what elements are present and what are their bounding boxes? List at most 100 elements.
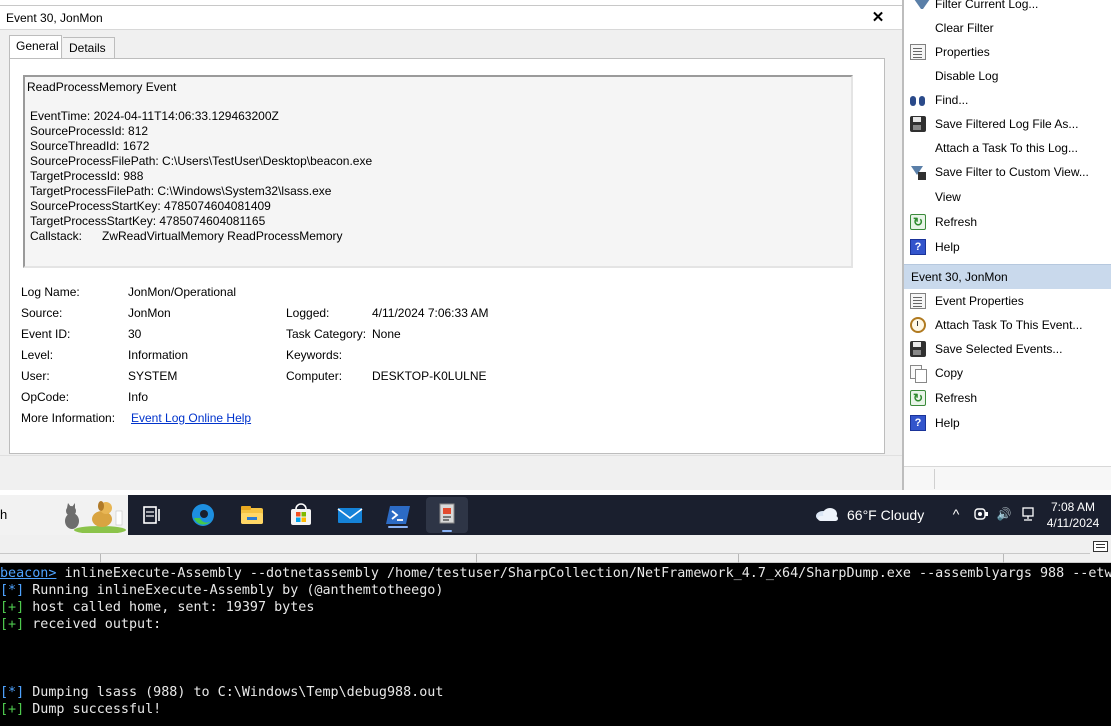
search-text-fragment: h — [0, 507, 8, 522]
action-label: Refresh — [935, 391, 978, 405]
console-tab-divider — [476, 554, 477, 563]
taskbar: h 66°F Cloudy ^ 🔊 7:08 AM 4/11/2024 — [0, 495, 1111, 535]
properties-icon — [910, 44, 926, 60]
action-refresh[interactable]: ↻ Refresh — [904, 210, 1111, 234]
network-icon[interactable] — [1020, 506, 1036, 522]
action-label: Save Filter to Custom View... — [935, 165, 1089, 179]
task-view-icon[interactable] — [138, 501, 166, 529]
action-label: Disable Log — [935, 69, 999, 83]
actions-section-title: Event 30, JonMon — [911, 270, 1008, 284]
detail-pane-footer — [0, 455, 902, 490]
action-attach-task-to-log[interactable]: Attach a Task To this Log... — [904, 136, 1111, 160]
console-tab-divider — [100, 554, 101, 563]
action-clear-filter[interactable]: Clear Filter — [904, 16, 1111, 40]
event-description-box[interactable]: ReadProcessMemory Event EventTime: 2024-… — [23, 75, 853, 268]
action-label: Save Filtered Log File As... — [935, 117, 1079, 131]
opcode-label: OpCode: — [21, 390, 70, 404]
action-label: Clear Filter — [935, 21, 994, 35]
microsoft-store-icon[interactable] — [287, 501, 315, 529]
success-tag: [+] — [0, 702, 25, 717]
console-command-line: beacon> inlineExecute-Assembly --dotneta… — [0, 565, 1111, 582]
description-line: SourceProcessStartKey: 4785074604081409 — [30, 199, 271, 213]
actions-section-event[interactable]: Event 30, JonMon — [904, 264, 1111, 289]
keyboard-icon[interactable] — [1093, 541, 1108, 552]
event-viewer-window: Event 30, JonMon ✕ General Details ReadP… — [0, 0, 1111, 490]
computer-label: Computer: — [286, 369, 343, 383]
action-save-filtered-log[interactable]: Save Filtered Log File As... — [904, 112, 1111, 136]
actions-horizontal-scrollbar[interactable] — [904, 466, 1111, 490]
more-information-label: More Information: — [21, 411, 116, 425]
success-tag: [+] — [0, 617, 25, 632]
action-view[interactable]: View — [904, 185, 1111, 209]
close-detail-button[interactable]: ✕ — [868, 8, 888, 28]
keywords-label: Keywords: — [286, 348, 343, 362]
action-help[interactable]: ? Help — [904, 235, 1111, 259]
clock-time: 7:08 AM — [1050, 500, 1096, 514]
log-name-value: JonMon/Operational — [128, 285, 237, 299]
help-icon: ? — [910, 415, 926, 431]
logged-label: Logged: — [286, 306, 330, 320]
action-label: Event Properties — [935, 294, 1024, 308]
action-refresh-event[interactable]: ↻ Refresh — [904, 386, 1111, 410]
task-category-label: Task Category: — [286, 327, 367, 341]
log-name-label: Log Name: — [21, 285, 80, 299]
command-text: inlineExecute-Assembly --dotnetassembly … — [56, 566, 1111, 581]
event-log-online-help-link[interactable]: Event Log Online Help — [131, 410, 251, 426]
computer-value: DESKTOP-K0LULNE — [372, 369, 487, 383]
action-event-properties[interactable]: Event Properties — [904, 289, 1111, 313]
action-attach-task-to-event[interactable]: Attach Task To This Event... — [904, 313, 1111, 337]
tab-details[interactable]: Details — [63, 37, 115, 59]
action-label: Attach Task To This Event... — [935, 318, 1083, 332]
action-find[interactable]: Find... — [904, 88, 1111, 112]
edge-browser-icon[interactable] — [189, 501, 217, 529]
powershell-icon[interactable] — [384, 501, 412, 529]
cloud-icon — [816, 508, 838, 521]
meet-now-camera-icon[interactable] — [973, 506, 989, 522]
console-output-line: [+] Dump successful! — [0, 701, 161, 718]
weather-text: 66°F Cloudy — [847, 507, 925, 523]
refresh-icon: ↻ — [910, 214, 926, 230]
scrollbar-divider — [934, 469, 935, 489]
file-explorer-icon[interactable] — [238, 501, 266, 529]
action-disable-log[interactable]: Disable Log — [904, 64, 1111, 88]
source-value: JonMon — [128, 306, 171, 320]
user-value: SYSTEM — [128, 369, 178, 383]
system-clock[interactable]: 7:08 AM 4/11/2024 — [1040, 499, 1106, 531]
tab-general[interactable]: General — [9, 35, 62, 59]
description-line: EventTime: 2024-04-11T14:06:33.129463200… — [30, 109, 279, 123]
event-id-value: 30 — [128, 327, 142, 341]
opcode-value: Info — [128, 390, 149, 404]
event-viewer-taskbar-button[interactable] — [426, 497, 468, 533]
speaker-icon[interactable]: 🔊 — [996, 506, 1012, 522]
console-tab-divider — [738, 554, 739, 563]
taskbar-search-box[interactable]: h — [0, 495, 128, 535]
event-id-label: Event ID: — [21, 327, 71, 341]
beacon-prompt: beacon> — [0, 566, 57, 581]
success-tag: [+] — [0, 600, 25, 615]
description-line: SourceProcessFilePath: C:\Users\TestUser… — [30, 154, 373, 168]
output-text: received output: — [24, 617, 162, 632]
active-app-indicator — [442, 530, 452, 532]
action-properties[interactable]: Properties — [904, 40, 1111, 64]
show-hidden-icons-chevron-icon[interactable]: ^ — [948, 506, 964, 522]
action-save-filter-custom-view[interactable]: Save Filter to Custom View... — [904, 160, 1111, 184]
filter-icon — [914, 0, 930, 15]
general-tab-panel: ReadProcessMemory Event EventTime: 2024-… — [9, 58, 885, 454]
action-copy[interactable]: Copy — [904, 361, 1111, 385]
action-label: View — [935, 190, 961, 204]
action-label: Properties — [935, 45, 990, 59]
source-label: Source: — [21, 306, 63, 320]
action-filter-current-log[interactable]: Filter Current Log... — [904, 0, 1111, 16]
level-value: Information — [128, 348, 189, 362]
output-text: Running inlineExecute-Assembly by (@anth… — [24, 583, 444, 598]
beacon-console[interactable]: beacon> inlineExecute-Assembly --dotneta… — [0, 563, 1111, 726]
action-save-selected-events[interactable]: Save Selected Events... — [904, 337, 1111, 361]
description-line: Callstack: ZwReadVirtualMemory ReadProce… — [30, 229, 343, 243]
save-icon — [910, 116, 926, 132]
event-viewer-icon — [439, 503, 455, 524]
action-help-event[interactable]: ? Help — [904, 411, 1111, 435]
mail-icon[interactable] — [336, 501, 364, 529]
description-line: SourceThreadId: 1672 — [30, 139, 150, 153]
output-text: Dump successful! — [24, 702, 162, 717]
info-tag: [*] — [0, 583, 25, 598]
